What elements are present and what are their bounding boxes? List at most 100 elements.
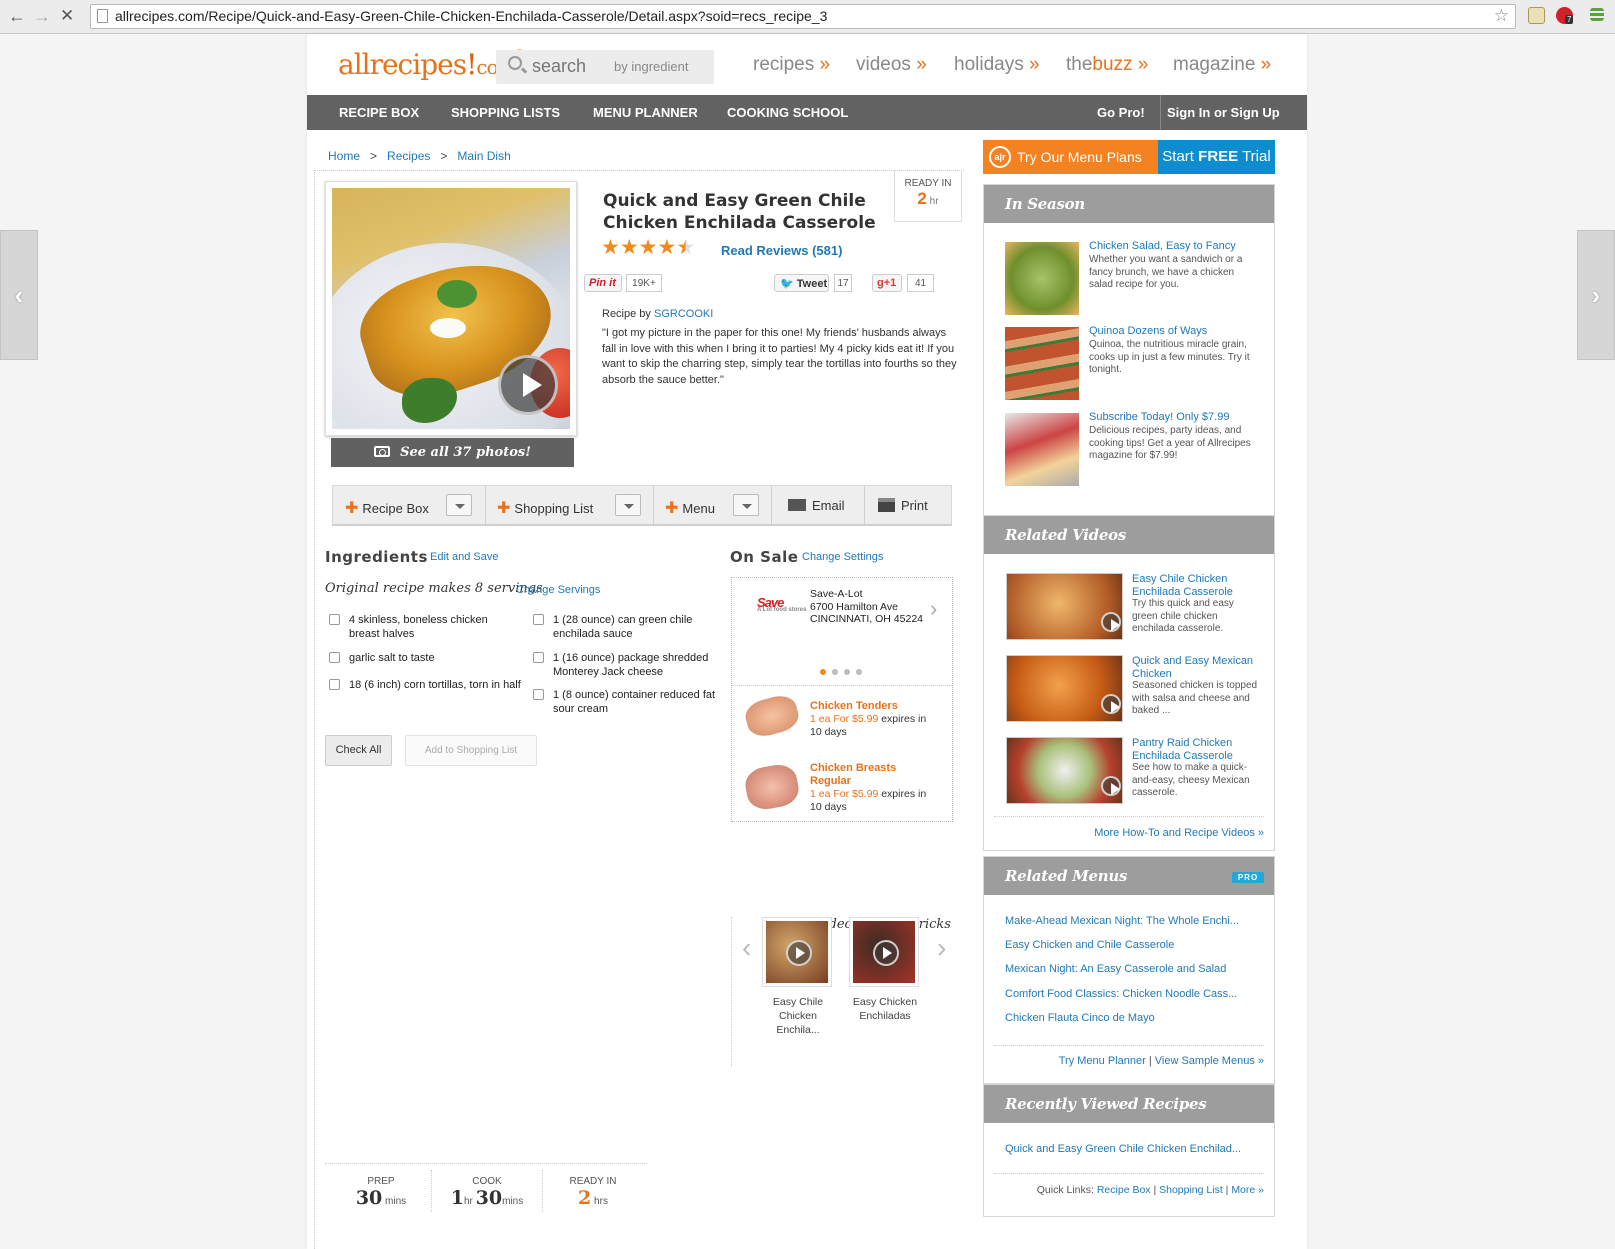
menubar-cooking-school[interactable]: COOKING SCHOOL — [727, 105, 848, 120]
ingredient-checkbox[interactable] — [329, 614, 340, 625]
search-by-ingredient[interactable]: by ingredient — [614, 60, 688, 74]
extension-notes-icon[interactable] — [1528, 7, 1545, 24]
pager-dot[interactable] — [856, 669, 862, 675]
nav-holidays[interactable]: holidays » — [954, 54, 1040, 76]
nav-thebuzz[interactable]: thebuzz » — [1066, 54, 1148, 76]
start-free-trial-button[interactable]: Start FREE Trial — [1158, 140, 1275, 174]
ingredient-checkbox[interactable] — [329, 679, 340, 690]
view-sample-menus-link[interactable]: View Sample Menus » — [1155, 1055, 1264, 1067]
recently-viewed-link[interactable]: Quick and Easy Green Chile Chicken Enchi… — [1005, 1143, 1241, 1155]
related-video-link[interactable]: Quick and Easy Mexican Chicken — [1132, 655, 1262, 681]
add-to-shopping-list-button[interactable]: ✚ Shopping List — [497, 498, 593, 518]
add-to-menu-button[interactable]: ✚ Menu — [665, 498, 715, 518]
see-all-photos-button[interactable]: See all 37 photos! — [331, 438, 574, 467]
search-input[interactable]: search — [532, 56, 586, 77]
change-settings-link[interactable]: Change Settings — [802, 551, 883, 563]
menubar-shopping-lists[interactable]: SHOPPING LISTS — [451, 105, 560, 120]
video-tip-caption[interactable]: Easy Chile Chicken Enchila... — [758, 995, 838, 1037]
related-video-thumb[interactable] — [1006, 655, 1123, 722]
sign-in-link[interactable]: Sign In or Sign Up — [1167, 105, 1280, 120]
sale-item-name[interactable]: Chicken Tenders — [810, 700, 898, 713]
menu-dropdown[interactable] — [733, 494, 759, 516]
allrecipes-circle-logo: a|r — [989, 146, 1011, 168]
in-season-desc: Whether you want a sandwich or a fancy b… — [1089, 254, 1243, 290]
breadcrumb-home[interactable]: Home — [328, 149, 360, 163]
change-servings-link[interactable]: Change Servings — [516, 584, 600, 596]
in-season-link[interactable]: Chicken Salad, Easy to Fancy — [1089, 240, 1236, 253]
breadcrumb-recipes[interactable]: Recipes — [387, 149, 430, 163]
ingredient-checkbox[interactable] — [533, 614, 544, 625]
pinterest-button[interactable]: Pin it — [584, 274, 622, 292]
ingredient-checkbox[interactable] — [533, 652, 544, 663]
video-tip-thumb[interactable] — [762, 917, 832, 987]
bookmark-star-icon[interactable]: ☆ — [1494, 6, 1509, 26]
play-icon — [1101, 612, 1121, 632]
recipe-photo[interactable] — [325, 181, 577, 436]
rating-stars[interactable]: ★★★★★ — [601, 235, 695, 260]
check-all-button[interactable]: Check All — [325, 735, 392, 766]
tweet-button[interactable]: 🐦 Tweet — [774, 274, 829, 292]
in-season-link[interactable]: Quinoa Dozens of Ways — [1089, 325, 1207, 338]
add-to-shopping-list-button[interactable]: Add to Shopping List — [405, 735, 537, 766]
related-video-thumb[interactable] — [1006, 573, 1123, 640]
related-menu-link[interactable]: Make-Ahead Mexican Night: The Whole Ench… — [1005, 915, 1239, 927]
next-recipe-arrow-icon[interactable]: › — [1577, 230, 1615, 360]
quick-link-recipe-box[interactable]: Recipe Box — [1097, 1184, 1151, 1196]
read-reviews-link[interactable]: Read Reviews (581) — [721, 243, 842, 258]
menu-icon[interactable] — [1590, 8, 1604, 21]
edit-and-save-link[interactable]: Edit and Save — [430, 551, 499, 563]
quick-link-more[interactable]: More » — [1231, 1184, 1264, 1196]
author-link[interactable]: SGRCOOKI — [654, 308, 713, 320]
related-video-thumb[interactable] — [1006, 737, 1123, 804]
shopping-list-dropdown[interactable] — [615, 494, 641, 516]
related-menu-link[interactable]: Chicken Flauta Cinco de Mayo — [1005, 1012, 1155, 1024]
nav-videos[interactable]: videos » — [856, 54, 927, 76]
related-menu-link[interactable]: Mexican Night: An Easy Casserole and Sal… — [1005, 963, 1226, 975]
in-season-link[interactable]: Subscribe Today! Only $7.99 — [1089, 411, 1229, 424]
extension-adblock-icon[interactable]: 7 — [1556, 7, 1574, 24]
add-to-recipe-box-button[interactable]: ✚ Recipe Box — [345, 498, 429, 518]
related-menu-link[interactable]: Comfort Food Classics: Chicken Noodle Ca… — [1005, 988, 1237, 1000]
breadcrumb-main-dish[interactable]: Main Dish — [457, 149, 510, 163]
pager-dot[interactable] — [844, 669, 850, 675]
stop-icon[interactable]: ✕ — [60, 6, 74, 26]
video-tips-prev-icon[interactable]: ‹ — [742, 932, 751, 964]
magazine-thumb[interactable] — [1005, 413, 1079, 486]
email-button[interactable]: Email — [788, 498, 845, 513]
menu-plans-banner[interactable]: a|r Try Our Menu Plans Start FREE Trial — [983, 140, 1275, 174]
nav-magazine[interactable]: magazine » — [1173, 54, 1271, 76]
related-video-link[interactable]: Pantry Raid Chicken Enchilada Casserole — [1132, 737, 1262, 763]
try-menu-planner-link[interactable]: Try Menu Planner — [1059, 1055, 1146, 1067]
menubar-recipe-box[interactable]: RECIPE BOX — [339, 105, 419, 120]
pager-dot[interactable] — [832, 669, 838, 675]
address-bar[interactable]: allrecipes.com/Recipe/Quick-and-Easy-Gre… — [90, 4, 1516, 29]
pager-dot-active[interactable] — [820, 669, 826, 675]
go-pro-link[interactable]: Go Pro! — [1097, 105, 1145, 120]
nav-recipes[interactable]: recipes » — [753, 54, 830, 76]
next-store-arrow-icon[interactable]: › — [930, 596, 937, 622]
quinoa-thumb[interactable] — [1005, 327, 1079, 400]
quick-link-shopping-list[interactable]: Shopping List — [1159, 1184, 1223, 1196]
more-videos-link[interactable]: More How-To and Recipe Videos » — [1094, 827, 1264, 839]
video-tip-caption[interactable]: Easy Chicken Enchiladas — [845, 995, 925, 1023]
menubar-menu-planner[interactable]: MENU PLANNER — [593, 105, 698, 120]
try-menu-plans[interactable]: a|r Try Our Menu Plans — [983, 140, 1158, 174]
forward-icon[interactable]: → — [33, 6, 51, 27]
google-plus-button[interactable]: g+1 — [872, 274, 902, 292]
ingredient-checkbox[interactable] — [533, 689, 544, 700]
allrecipes-logo[interactable]: allrecipes!com® — [338, 48, 524, 81]
related-video-link[interactable]: Easy Chile Chicken Enchilada Casserole — [1132, 573, 1262, 599]
chicken-salad-thumb[interactable] — [1005, 242, 1079, 315]
back-icon[interactable]: ← — [8, 6, 26, 27]
play-video-icon[interactable] — [498, 355, 558, 415]
ingredient-checkbox[interactable] — [329, 652, 340, 663]
related-menu-link[interactable]: Easy Chicken and Chile Casserole — [1005, 939, 1174, 951]
search-box[interactable]: search by ingredient — [496, 50, 714, 84]
prev-recipe-arrow-icon[interactable]: ‹ — [0, 230, 38, 360]
video-tip-thumb[interactable] — [849, 917, 919, 987]
print-button[interactable]: Print — [878, 498, 928, 513]
sale-item-name[interactable]: Chicken Breasts Regular — [810, 762, 930, 788]
video-tips-next-icon[interactable]: › — [937, 932, 946, 964]
recipe-action-bar: ✚ Recipe Box ✚ Shopping List ✚ Menu Email P… — [332, 485, 952, 526]
recipe-box-dropdown[interactable] — [446, 494, 472, 516]
